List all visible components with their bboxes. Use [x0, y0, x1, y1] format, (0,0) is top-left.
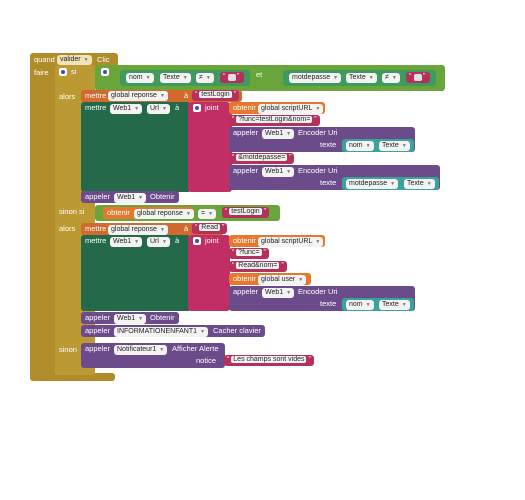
text-testLogin-1[interactable]: “ testLogin ”	[192, 90, 239, 101]
call-comp-2[interactable]: Web1 ▼	[262, 167, 295, 177]
call-param-4: texte	[320, 299, 337, 308]
get-var-dropdown-2[interactable]: global scriptURL ▼	[258, 237, 324, 247]
cond2-var-dropdown[interactable]: global reponse ▼	[134, 209, 194, 219]
cond1-name-prop[interactable]: Texte ▼	[160, 73, 191, 83]
set-url-comp-1[interactable]: Web1 ▼	[110, 104, 143, 114]
call-comp-5[interactable]: Web1 ▼	[114, 314, 147, 324]
event-component-dropdown[interactable]: valider ▼	[57, 55, 92, 65]
event-do-label: faire	[34, 68, 49, 77]
cond2-eq-op[interactable]: = ▼	[198, 209, 217, 219]
call-method-5: Obtenir	[150, 313, 175, 322]
call-param-2: texte	[320, 178, 337, 187]
event-name-label: Clic	[97, 55, 110, 64]
text-empty-fields[interactable]: “ Les champs sont vides ”	[224, 355, 314, 366]
join-label-1: joint	[205, 103, 219, 112]
call-comp-6[interactable]: INFORMATIONENFANT1 ▼	[114, 327, 208, 337]
text-motdepasse[interactable]: “ &motdepasse= ”	[229, 153, 295, 164]
elseif-label: sinon si	[59, 207, 85, 216]
join-block-2[interactable]	[188, 235, 230, 311]
else-label: sinon	[59, 345, 77, 354]
set-label-2: mettre	[85, 224, 107, 233]
set-label-1: mettre	[85, 91, 107, 100]
join-mutator-gear-icon-2[interactable]	[193, 237, 201, 245]
get-label-2: obtenir	[233, 236, 256, 245]
set-var-dropdown-1[interactable]: global reponse ▼	[108, 91, 168, 101]
text-func[interactable]: “ ?func= ”	[229, 248, 269, 259]
get-user-label: obtenir	[233, 274, 256, 283]
set-url-label-1: mettre	[85, 103, 107, 112]
cond1-pwd-prop[interactable]: Texte ▼	[346, 73, 377, 83]
call-alert-method: Afficher Alerte	[172, 344, 219, 353]
call-label-4: appeler	[233, 287, 259, 296]
call-label-6: appeler	[85, 326, 111, 335]
if-label: si	[71, 67, 77, 76]
call-label-1: appeler	[233, 128, 259, 137]
text-read-nom[interactable]: “ Read&nom= ”	[229, 261, 287, 272]
join-label-2: joint	[205, 236, 219, 245]
arg-nom-prop-2[interactable]: Texte ▼	[379, 300, 410, 310]
event-when-label: quand	[34, 55, 55, 64]
arg-nom-get-2[interactable]: nom ▼	[346, 300, 374, 310]
join-mutator-gear-icon-1[interactable]	[193, 104, 201, 112]
call-method-6: Cacher clavier	[213, 326, 261, 335]
call-method-2: Encoder Uri	[298, 166, 338, 175]
set-var-dropdown-2[interactable]: global reponse ▼	[108, 225, 168, 235]
set-url-comp-2[interactable]: Web1 ▼	[110, 237, 143, 247]
text-read[interactable]: “ Read ”	[192, 223, 228, 234]
if-mutator-gear-icon[interactable]	[59, 68, 67, 76]
call-comp-3[interactable]: Web1 ▼	[114, 193, 147, 203]
set-url-label-2: mettre	[85, 236, 107, 245]
arg-pwd-get[interactable]: motdepasse ▼	[346, 179, 399, 189]
call-method-1: Encoder Uri	[298, 128, 338, 137]
cond1-neq-op[interactable]: ≠ ▼	[196, 73, 214, 83]
join-block-1[interactable]	[188, 102, 230, 192]
set-url-to-label-1: à	[175, 103, 180, 112]
call-label-5: appeler	[85, 313, 111, 322]
cond1-neq-op-2[interactable]: ≠ ▼	[382, 73, 400, 83]
cond1-empty-text-2[interactable]: “”	[406, 72, 430, 83]
get-label-1: obtenir	[233, 103, 256, 112]
arg-nom-get-1[interactable]: nom ▼	[346, 141, 374, 151]
call-label-2: appeler	[233, 166, 259, 175]
and-label: et	[256, 70, 263, 79]
event-block-body	[30, 62, 55, 380]
cond2-get-label: obtenir	[107, 208, 130, 217]
call-comp-1[interactable]: Web1 ▼	[262, 129, 295, 139]
call-comp-4[interactable]: Web1 ▼	[262, 288, 295, 298]
cond1-pwd-get[interactable]: motdepasse ▼	[289, 73, 342, 83]
text-func-testlogin[interactable]: “ ?func=testLogin&nom= ”	[229, 115, 320, 126]
call-alert-label: appeler	[85, 344, 111, 353]
call-method-3: Obtenir	[150, 192, 175, 201]
call-alert-param: notice	[196, 356, 217, 365]
set-to-label-1: à	[184, 91, 189, 100]
cond1-name-get[interactable]: nom ▼	[126, 73, 154, 83]
then-label-2: alors	[59, 224, 76, 233]
cond2-text-testlogin[interactable]: “ testLogin ”	[222, 207, 269, 218]
call-alert-comp[interactable]: Notificateur1 ▼	[114, 345, 168, 355]
then-label-1: alors	[59, 92, 76, 101]
get-var-dropdown-1[interactable]: global scriptURL ▼	[258, 104, 324, 114]
get-user-dropdown[interactable]: global user ▼	[258, 275, 307, 285]
set-url-prop-2[interactable]: Url ▼	[147, 237, 170, 247]
set-to-label-2: à	[184, 224, 189, 233]
set-url-to-label-2: à	[175, 236, 180, 245]
set-web1-url-block-1[interactable]	[81, 102, 191, 192]
cond1-empty-text-1[interactable]: “”	[220, 72, 244, 83]
and-mutator-gear-icon[interactable]	[101, 68, 109, 76]
call-param-1: texte	[320, 140, 337, 149]
arg-nom-prop-1[interactable]: Texte ▼	[379, 141, 410, 151]
set-url-prop-1[interactable]: Url ▼	[147, 104, 170, 114]
call-method-4: Encoder Uri	[298, 287, 338, 296]
call-label-3: appeler	[85, 192, 111, 201]
arg-pwd-prop[interactable]: Texte ▼	[404, 179, 435, 189]
